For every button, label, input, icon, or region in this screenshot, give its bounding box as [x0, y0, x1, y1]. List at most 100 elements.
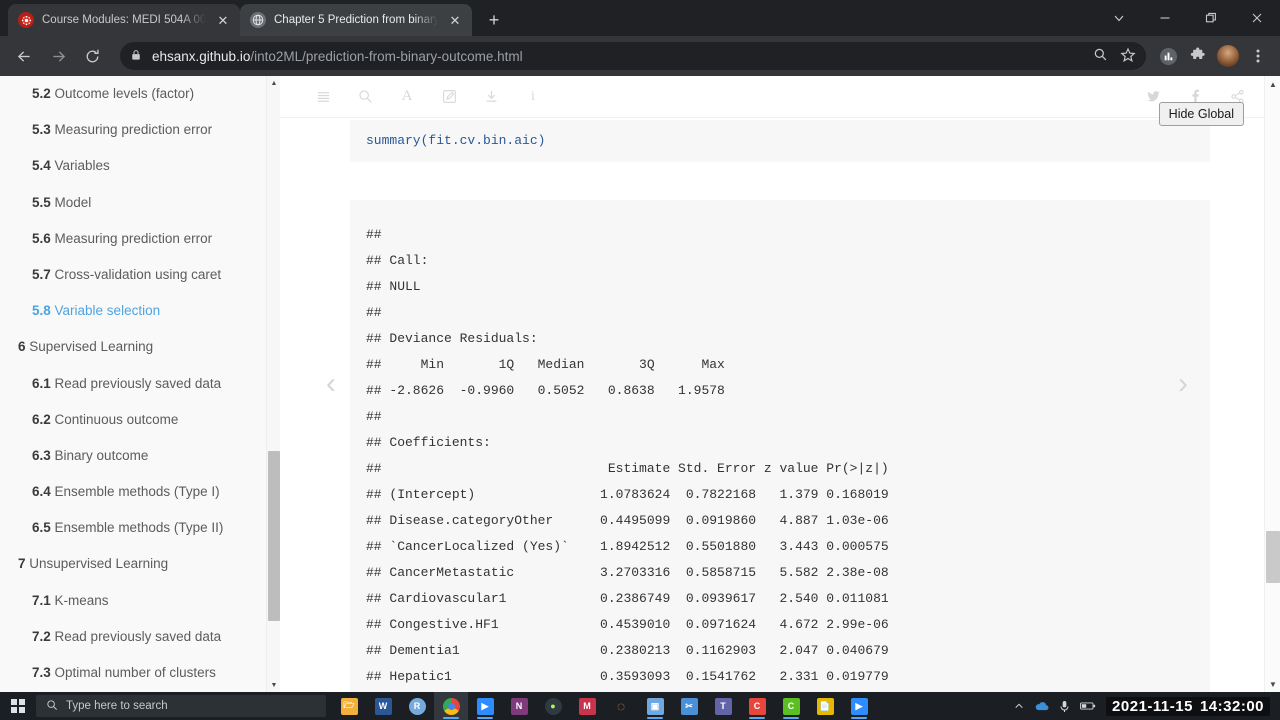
sidebar-item-label: Ensemble methods (Type I): [50, 484, 220, 500]
taskbar-c-green-icon[interactable]: C: [774, 692, 808, 720]
browser-window: Course Modules: MEDI 504A 001 2021W1 Eme…: [0, 0, 1280, 720]
tab-close-icon[interactable]: ✕: [446, 11, 464, 29]
address-bar[interactable]: ehsanx.github.io/into2ML/prediction-from…: [120, 42, 1146, 70]
sidebar-item-variables[interactable]: 5.4 Variables: [0, 148, 280, 184]
tab-search-chevron-down-icon[interactable]: [1096, 0, 1142, 36]
sidebar-scroll-thumb[interactable]: [268, 451, 280, 621]
mendeley-icon: M: [578, 697, 596, 715]
sidebar-item-outcome-levels-factor[interactable]: 5.2 Outcome levels (factor): [0, 76, 280, 112]
sidebar-item-variable-selection[interactable]: 5.8 Variable selection: [0, 293, 280, 329]
taskbar-snagit-editor-icon[interactable]: ▣: [638, 692, 672, 720]
sidebar-item-label: Unsupervised Learning: [25, 556, 169, 572]
previous-page-chevron-left-icon[interactable]: ‹: [304, 76, 358, 692]
sidebar-item-measuring-prediction-error[interactable]: 5.6 Measuring prediction error: [0, 221, 280, 257]
analytics-extension-icon[interactable]: [1154, 42, 1182, 70]
sidebar-item-ensemble-methods-type-ii[interactable]: 6.5 Ensemble methods (Type II): [0, 510, 280, 546]
taskbar-github-desktop-icon[interactable]: ●: [536, 692, 570, 720]
book-toc-sidebar[interactable]: 5.2 Outcome levels (factor) 5.3 Measuring…: [0, 76, 280, 692]
taskbar-chrome-icon[interactable]: [434, 692, 468, 720]
page-scroll-down-icon[interactable]: ▼: [1265, 676, 1280, 692]
sidebar-item-number: 6.2: [32, 411, 51, 427]
close-window-button[interactable]: [1234, 0, 1280, 36]
tray-overflow-chevron-up-icon[interactable]: [1014, 701, 1024, 711]
snipping-tool-icon: ✂: [680, 697, 698, 715]
sidebar-item-binary-outcome[interactable]: 6.3 Binary outcome: [0, 438, 280, 474]
taskbar-rstudio-icon[interactable]: R: [400, 692, 434, 720]
sidebar-item-unsupervised-learning[interactable]: 7 Unsupervised Learning: [0, 546, 280, 582]
sidebar-item-supervised-learning[interactable]: 6 Supervised Learning: [0, 329, 280, 365]
font-settings-icon[interactable]: A: [386, 76, 428, 118]
taskbar-zoom-icon[interactable]: ▶: [468, 692, 502, 720]
sidebar-item-label: Read previously saved data: [50, 628, 222, 644]
sidebar-item-number: 7: [18, 556, 26, 572]
page-scrollbar[interactable]: ▲ ▼: [1264, 76, 1280, 692]
next-page-chevron-right-icon[interactable]: ›: [1156, 76, 1210, 692]
sidebar-item-number: 6: [18, 339, 26, 355]
sidebar-scroll-down-icon[interactable]: ▼: [267, 678, 280, 692]
sidebar-item-number: 7.2: [32, 628, 51, 644]
sidebar-item-number: 5.7: [32, 266, 51, 282]
browser-tabstrip: Course Modules: MEDI 504A 001 2021W1 Eme…: [0, 0, 1280, 36]
code-output-line: ## Estimate Std. Error z value Pr(>|z|): [366, 460, 889, 476]
microphone-icon[interactable]: [1059, 700, 1070, 713]
code-output-line: ## Disease.categoryOther 0.4495099 0.091…: [366, 512, 889, 528]
onedrive-cloud-icon[interactable]: [1034, 700, 1049, 712]
bookmark-star-icon[interactable]: [1120, 46, 1136, 66]
battery-icon[interactable]: [1080, 701, 1096, 711]
sidebar-scroll-up-icon[interactable]: ▲: [267, 76, 280, 90]
clock-overlay[interactable]: 2021-11-15 14:32:00: [1106, 696, 1270, 716]
taskbar-search-input[interactable]: Type here to search: [36, 695, 326, 717]
windows-start-icon[interactable]: [0, 692, 36, 720]
page-scroll-thumb[interactable]: [1266, 531, 1280, 583]
browser-tab-1[interactable]: Chapter 5 Prediction from binary outcome…: [240, 4, 472, 36]
taskbar-file-explorer-icon[interactable]: 🗁: [332, 692, 366, 720]
hide-global-button[interactable]: Hide Global: [1158, 102, 1244, 126]
forward-button[interactable]: [42, 40, 74, 72]
sidebar-item-k-means[interactable]: 7.1 K-means: [0, 583, 280, 619]
sidebar-item-measuring-prediction-error[interactable]: 5.3 Measuring prediction error: [0, 112, 280, 148]
sidebar-item-cross-validation-using-caret[interactable]: 5.7 Cross-validation using caret: [0, 257, 280, 293]
sidebar-item-model[interactable]: 5.5 Model: [0, 185, 280, 221]
taskbar-word-icon[interactable]: W: [366, 692, 400, 720]
sidebar-item-continuous-outcome[interactable]: 6.2 Continuous outcome: [0, 402, 280, 438]
maximize-restore-button[interactable]: [1188, 0, 1234, 36]
browser-tab-0[interactable]: Course Modules: MEDI 504A 001 2021W1 Eme…: [8, 4, 240, 36]
taskbar-loading-icon[interactable]: ◌: [604, 692, 638, 720]
sidebar-item-ensemble-methods-type-i[interactable]: 6.4 Ensemble methods (Type I): [0, 474, 280, 510]
taskbar-c-red-icon[interactable]: C: [740, 692, 774, 720]
omnibox-search-icon[interactable]: [1093, 47, 1108, 65]
taskbar-snipping-tool-icon[interactable]: ✂: [672, 692, 706, 720]
sidebar-item-read-previously-saved-data[interactable]: 6.1 Read previously saved data: [0, 366, 280, 402]
sidebar-item-label: Measuring prediction error: [50, 122, 213, 138]
taskbar-pdf-icon[interactable]: 📄: [808, 692, 842, 720]
taskbar-onenote-icon[interactable]: N: [502, 692, 536, 720]
reload-button[interactable]: [76, 40, 108, 72]
info-icon[interactable]: i: [512, 76, 554, 118]
three-dot-menu-icon[interactable]: [1244, 42, 1272, 70]
sidebar-item-label: Continuous outcome: [50, 411, 179, 427]
tab-close-icon[interactable]: ✕: [214, 11, 232, 29]
profile-avatar[interactable]: [1214, 42, 1242, 70]
edit-icon[interactable]: [428, 76, 470, 118]
new-tab-button[interactable]: +: [480, 6, 508, 34]
sidebar-item-read-previously-saved-data[interactable]: 7.2 Read previously saved data: [0, 619, 280, 655]
download-icon[interactable]: [470, 76, 512, 118]
book-toolbar: A i: [280, 76, 1280, 118]
sidebar-item-number: 5.8: [32, 303, 51, 319]
browser-tab-title: Course Modules: MEDI 504A 001 2021W1 Eme…: [42, 14, 206, 26]
code-output-line: ##: [366, 226, 390, 242]
taskbar-mendeley-icon[interactable]: M: [570, 692, 604, 720]
taskbar-zoom-meeting-icon[interactable]: ▶: [842, 692, 876, 720]
extensions-puzzle-icon[interactable]: [1184, 42, 1212, 70]
clock-date: 2021-11-15: [1112, 697, 1193, 715]
sidebar-item-label: Supervised Learning: [25, 339, 154, 355]
sidebar-item-optimal-number-of-clusters[interactable]: 7.3 Optimal number of clusters: [0, 655, 280, 691]
back-button[interactable]: [8, 40, 40, 72]
url-domain: ehsanx.github.io: [152, 48, 251, 64]
minimize-button[interactable]: [1142, 0, 1188, 36]
browser-omnibar: ehsanx.github.io/into2ML/prediction-from…: [0, 36, 1280, 76]
code-output-line: ## (Intercept) 1.0783624 0.7822168 1.379…: [366, 486, 889, 502]
sidebar-scrollbar[interactable]: ▲ ▼: [266, 76, 280, 692]
taskbar-teams-icon[interactable]: T: [706, 692, 740, 720]
page-scroll-up-icon[interactable]: ▲: [1265, 76, 1280, 92]
